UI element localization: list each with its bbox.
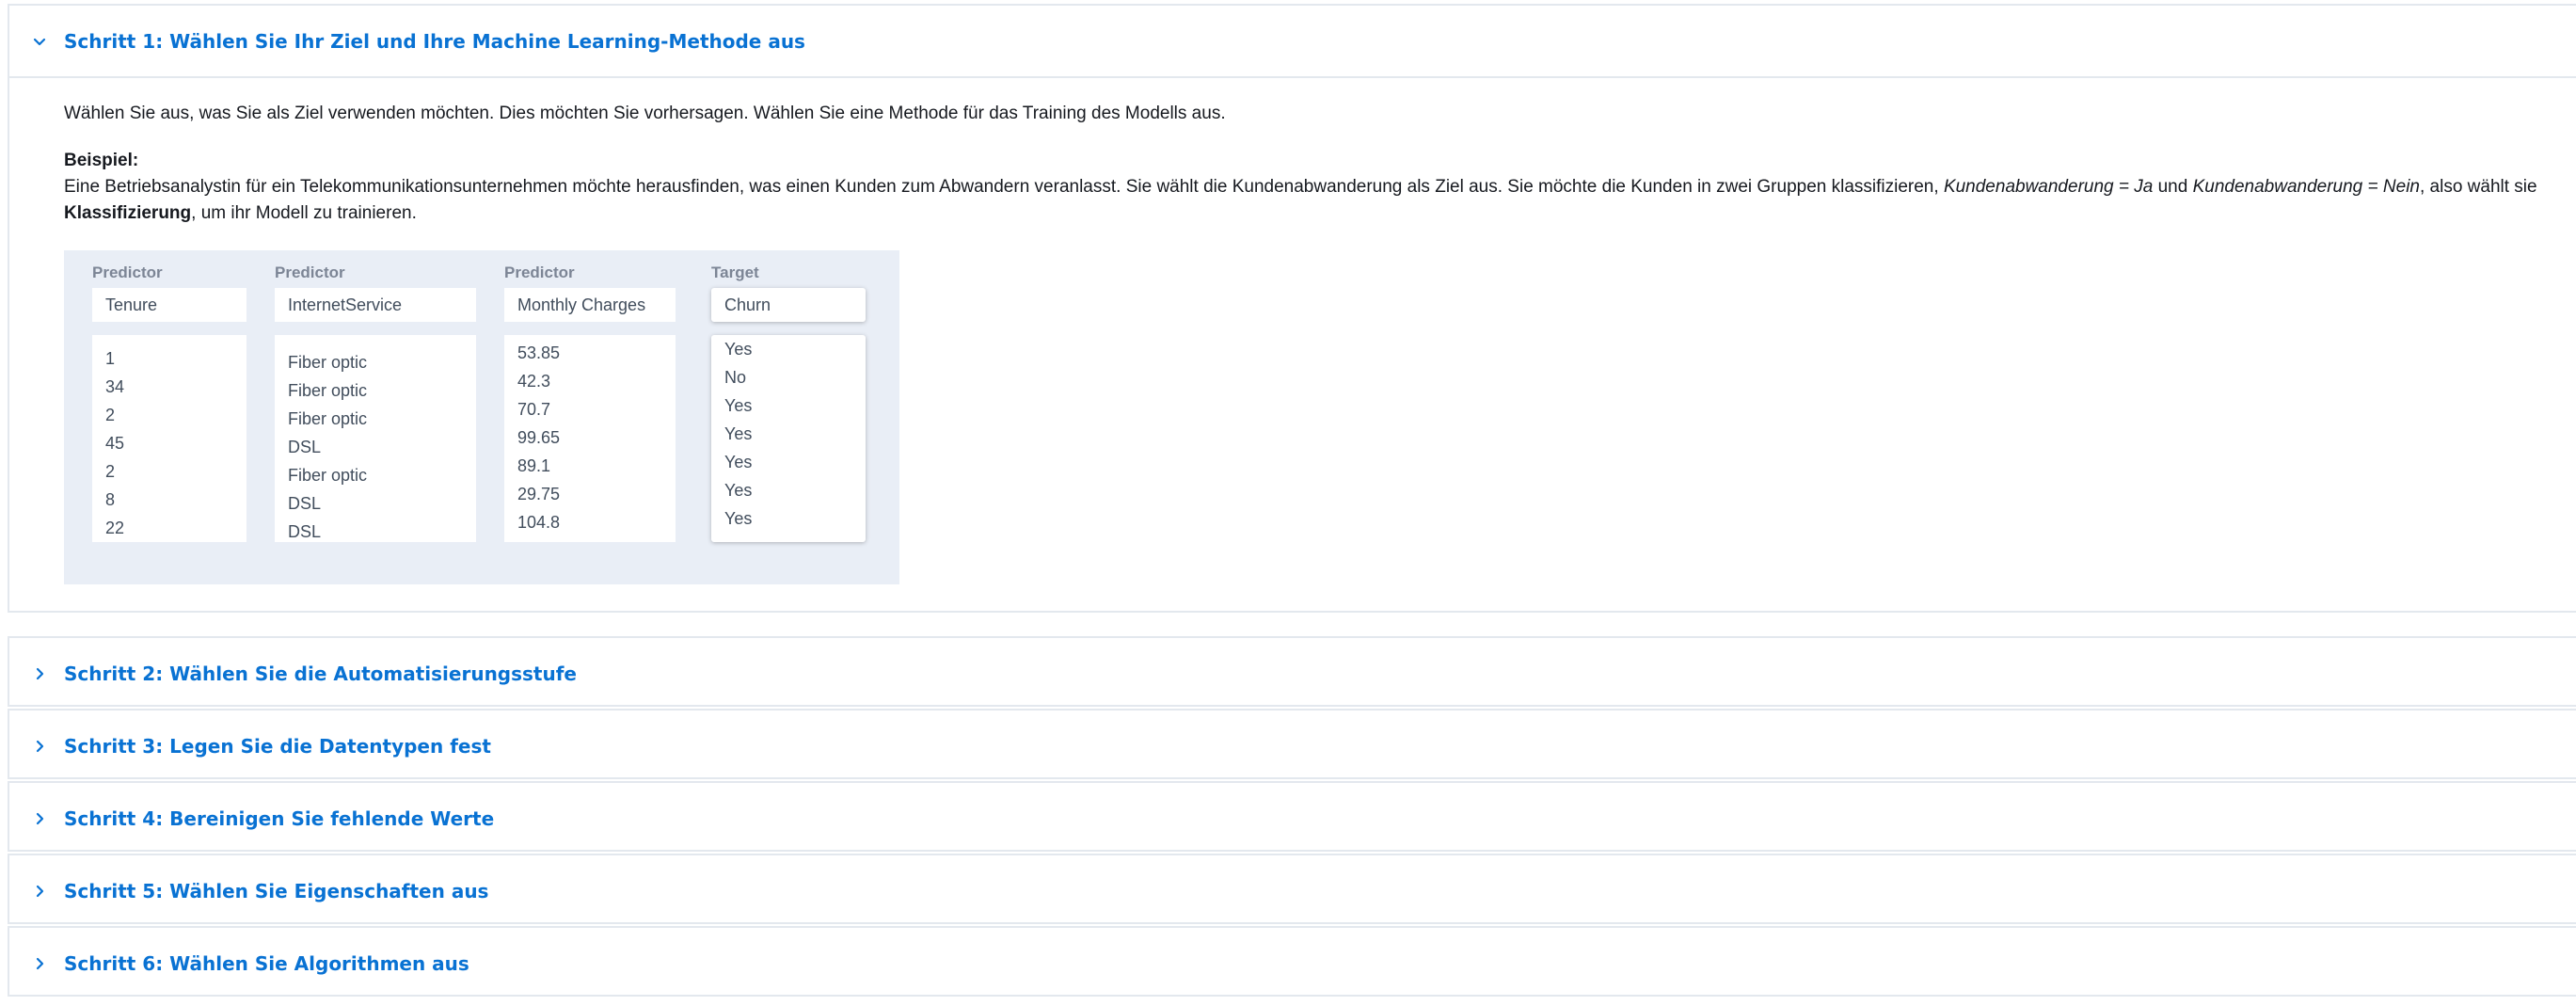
- cell: DSL: [288, 438, 322, 456]
- cell: 29.75: [517, 485, 561, 503]
- cell: Yes: [724, 340, 753, 359]
- cell: 70.7: [517, 400, 551, 419]
- column-name: InternetService: [275, 288, 476, 322]
- step-2-title[interactable]: Schritt 2: Wählen Sie die Automatisierun…: [64, 663, 577, 685]
- cell: Yes: [724, 481, 753, 500]
- cell: 34: [105, 377, 125, 396]
- column-churn: Target Churn Yes No Yes Yes Yes Yes Yes: [711, 262, 866, 542]
- cell: DSL: [288, 522, 322, 541]
- step-1-header[interactable]: Schritt 1: Wählen Sie Ihr Ziel und Ihre …: [9, 6, 2576, 78]
- cell: 2: [105, 462, 116, 481]
- example-table: Predictor Tenure 1 34 2 45 2 8 22 Predic…: [64, 250, 899, 584]
- cell: 104.8: [517, 513, 561, 532]
- chevron-right-icon[interactable]: [21, 666, 58, 681]
- step-5-title[interactable]: Schritt 5: Wählen Sie Eigenschaften aus: [64, 880, 488, 902]
- cell: 53.85: [517, 343, 561, 362]
- column-values: Fiber optic Fiber optic Fiber optic DSL …: [275, 335, 476, 542]
- cell: 22: [105, 519, 125, 537]
- step-6-title[interactable]: Schritt 6: Wählen Sie Algorithmen aus: [64, 952, 469, 975]
- column-name: Monthly Charges: [504, 288, 676, 322]
- step-4-header[interactable]: Schritt 4: Bereinigen Sie fehlende Werte: [9, 783, 2576, 854]
- cell: 2: [105, 406, 116, 424]
- step-5-panel: Schritt 5: Wählen Sie Eigenschaften aus: [8, 854, 2576, 924]
- cell: 8: [105, 490, 116, 509]
- cell: Fiber optic: [288, 466, 368, 485]
- cell: 89.1: [517, 456, 551, 475]
- cell: Fiber optic: [288, 381, 368, 400]
- chevron-down-icon[interactable]: [21, 34, 58, 49]
- cell: Yes: [724, 396, 753, 415]
- cell: 42.3: [517, 372, 551, 391]
- step-1-content: Wählen Sie aus, was Sie als Ziel verwend…: [9, 78, 2576, 227]
- column-name: Churn: [711, 288, 866, 322]
- column-name: Tenure: [92, 288, 246, 322]
- cell: Fiber optic: [288, 409, 368, 428]
- chevron-right-icon[interactable]: [21, 811, 58, 826]
- cell: 1: [105, 349, 116, 368]
- cell: DSL: [288, 494, 322, 513]
- step-5-header[interactable]: Schritt 5: Wählen Sie Eigenschaften aus: [9, 855, 2576, 926]
- step-3-header[interactable]: Schritt 3: Legen Sie die Datentypen fest: [9, 711, 2576, 781]
- example-label: Beispiel:: [64, 151, 139, 170]
- cell: No: [724, 368, 747, 387]
- column-role: Predictor: [92, 263, 163, 281]
- chevron-right-icon[interactable]: [21, 956, 58, 971]
- step-4-panel: Schritt 4: Bereinigen Sie fehlende Werte: [8, 781, 2576, 852]
- column-values: 53.85 42.3 70.7 99.65 89.1 29.75 104.8: [504, 335, 676, 542]
- column-role: Predictor: [504, 263, 575, 281]
- column-internetservice: Predictor InternetService Fiber optic Fi…: [275, 262, 476, 542]
- cell: 99.65: [517, 428, 561, 447]
- step-6-panel: Schritt 6: Wählen Sie Algorithmen aus: [8, 926, 2576, 997]
- chevron-right-icon[interactable]: [21, 739, 58, 754]
- step-1-title[interactable]: Schritt 1: Wählen Sie Ihr Ziel und Ihre …: [64, 30, 805, 53]
- step-1-intro: Wählen Sie aus, was Sie als Ziel verwend…: [64, 104, 1226, 123]
- column-monthly-charges: Predictor Monthly Charges 53.85 42.3 70.…: [504, 262, 676, 542]
- column-role: Predictor: [275, 263, 345, 281]
- step-1-panel: Schritt 1: Wählen Sie Ihr Ziel und Ihre …: [8, 4, 2576, 613]
- cell: 45: [105, 434, 125, 453]
- cell: Yes: [724, 424, 753, 443]
- example-text: Eine Betriebsanalystin für ein Telekommu…: [64, 177, 2537, 223]
- cell: Fiber optic: [288, 353, 368, 372]
- cell: Yes: [724, 509, 753, 528]
- step-2-header[interactable]: Schritt 2: Wählen Sie die Automatisierun…: [9, 638, 2576, 709]
- step-3-title[interactable]: Schritt 3: Legen Sie die Datentypen fest: [64, 735, 491, 758]
- step-6-header[interactable]: Schritt 6: Wählen Sie Algorithmen aus: [9, 928, 2576, 998]
- column-values: 1 34 2 45 2 8 22: [92, 335, 246, 542]
- cell: Yes: [724, 453, 753, 471]
- step-4-title[interactable]: Schritt 4: Bereinigen Sie fehlende Werte: [64, 807, 494, 830]
- chevron-right-icon[interactable]: [21, 884, 58, 899]
- step-3-panel: Schritt 3: Legen Sie die Datentypen fest: [8, 709, 2576, 779]
- step-2-panel: Schritt 2: Wählen Sie die Automatisierun…: [8, 636, 2576, 707]
- column-role: Target: [711, 263, 759, 281]
- column-values: Yes No Yes Yes Yes Yes Yes: [711, 335, 866, 542]
- column-tenure: Predictor Tenure 1 34 2 45 2 8 22: [92, 262, 246, 542]
